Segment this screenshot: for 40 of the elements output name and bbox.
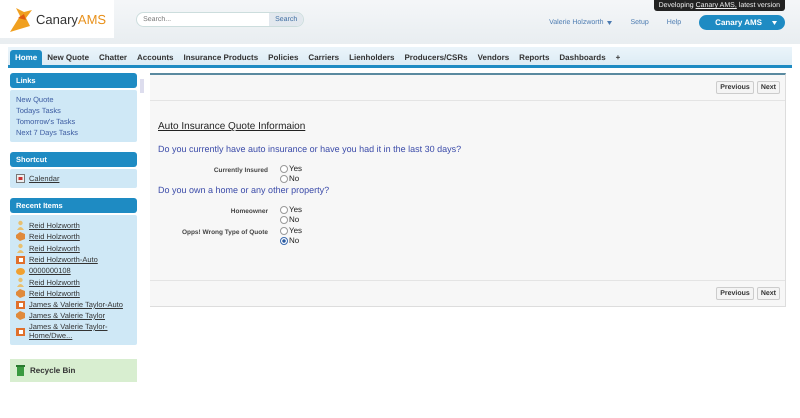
caret-icon xyxy=(772,21,777,25)
tab[interactable]: New Quote xyxy=(42,50,94,65)
question-text: Do you own a home or any other property? xyxy=(158,185,330,195)
tab[interactable]: Chatter xyxy=(94,50,132,65)
person-icon xyxy=(16,220,25,230)
radio-button[interactable] xyxy=(280,174,288,182)
recycle-bin[interactable]: Recycle Bin xyxy=(10,359,137,382)
tab[interactable]: Producers/CSRs xyxy=(399,50,473,65)
recycle-bin-label: Recycle Bin xyxy=(30,366,76,375)
tab[interactable]: Carriers xyxy=(303,50,344,65)
trash-icon xyxy=(16,365,25,376)
tab[interactable]: Vendors xyxy=(472,50,514,65)
radio-option[interactable]: No xyxy=(280,174,302,183)
radio-option[interactable]: No xyxy=(280,215,302,224)
radio-option[interactable]: Yes xyxy=(280,226,302,235)
collapse-handle[interactable] xyxy=(140,79,144,93)
tab[interactable]: + xyxy=(610,50,626,65)
tab[interactable]: Accounts xyxy=(132,50,178,65)
tab[interactable]: Dashboards xyxy=(554,50,611,65)
radio-button[interactable] xyxy=(280,216,288,224)
radio-option[interactable]: Yes xyxy=(280,205,302,214)
logo: CanaryAMS xyxy=(0,0,114,38)
radio-button[interactable] xyxy=(280,226,288,234)
form-title: Auto Insurance Quote Informaion xyxy=(158,121,306,132)
caret-icon xyxy=(607,20,612,24)
tab[interactable]: Policies xyxy=(263,50,304,65)
person-icon xyxy=(16,277,25,287)
calendar-icon xyxy=(16,174,25,183)
tab[interactable]: Lienholders xyxy=(344,50,400,65)
person-icon xyxy=(16,243,25,253)
tab[interactable]: Home xyxy=(10,50,42,65)
radio-button[interactable] xyxy=(280,206,288,214)
radio-button[interactable] xyxy=(280,164,288,172)
radio-option[interactable]: No xyxy=(280,236,302,245)
app-menu-button[interactable]: Canary AMS xyxy=(699,15,785,30)
radio-button[interactable] xyxy=(280,236,288,244)
radio-option[interactable]: Yes xyxy=(280,164,302,173)
question-text: Do you currently have auto insurance or have you had it in the last 30 days? xyxy=(158,144,462,154)
tab[interactable]: Insurance Products xyxy=(178,50,264,65)
tab[interactable]: Reports xyxy=(514,50,554,65)
